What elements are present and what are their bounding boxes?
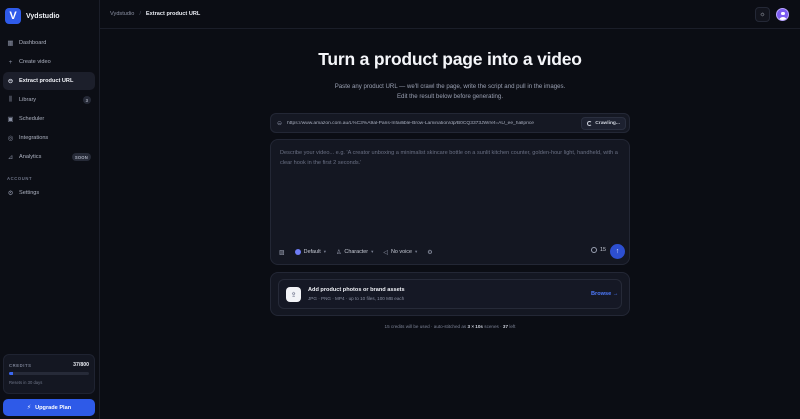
credit-cost: 15 bbox=[591, 247, 606, 253]
theme-toggle-button[interactable]: ☼ bbox=[755, 7, 770, 22]
voice-select[interactable]: ◁ No voice ▾ bbox=[383, 249, 417, 256]
brand-logo: V bbox=[5, 8, 21, 24]
sidebar-item-label: Create video bbox=[19, 59, 51, 65]
chart-icon: ⊿ bbox=[7, 154, 14, 161]
video-description-composer[interactable]: Describe your video... e.g. 'A creator u… bbox=[270, 139, 630, 265]
image-icon: ▨ bbox=[279, 249, 285, 256]
note-prefix: 15 credits will be used · auto-stitched … bbox=[384, 324, 467, 329]
credits-card: CREDITS 37/800 Resets in 30 days bbox=[3, 354, 95, 394]
product-url-value: https://www.amazon.com.au/L%C3%A9al-Pari… bbox=[287, 120, 534, 126]
subtitle-line-2: Edit the result below before generating. bbox=[396, 93, 504, 100]
sidebar-item-label: Integrations bbox=[19, 135, 49, 141]
library-icon: ⫼ bbox=[9, 96, 12, 103]
sidebar-item-integrations[interactable]: ◎ Integrations bbox=[3, 129, 95, 147]
sidebar-item-dashboard[interactable]: ▦ Dashboard bbox=[3, 34, 95, 52]
gear-icon: ⚙ bbox=[7, 190, 14, 197]
note-credits-left: 37 bbox=[502, 324, 509, 329]
credit-cost-value: 15 bbox=[600, 247, 606, 253]
assets-panel: ⇪ Add product photos or brand assets JPG… bbox=[270, 272, 630, 316]
link-icon: ⊖ bbox=[277, 120, 283, 127]
model-icon bbox=[294, 249, 301, 255]
soon-badge: SOON bbox=[71, 153, 91, 161]
spinner-icon bbox=[587, 121, 593, 126]
upgrade-plan-label: Upgrade Plan bbox=[35, 404, 72, 411]
breadcrumb-current: Extract product URL bbox=[145, 11, 201, 17]
model-label: Default bbox=[303, 249, 321, 255]
model-select[interactable]: Default ▾ bbox=[294, 249, 327, 255]
breadcrumb-separator: / bbox=[139, 11, 141, 17]
composer-toolbar: ▨ Default ▾ ♙ Character ▾ ◁ No voice ▾ ⚙ bbox=[279, 246, 443, 258]
note-scenes: 3 × 10s bbox=[467, 324, 483, 329]
brand-name: Vydstudio bbox=[26, 12, 60, 20]
breadcrumb-root[interactable]: Vydstudio bbox=[110, 11, 134, 17]
composer-settings-button[interactable]: ⚙ bbox=[427, 249, 432, 256]
credits-progress-bar bbox=[9, 372, 89, 375]
chevron-down-icon: ▾ bbox=[323, 249, 327, 254]
character-select[interactable]: ♙ Character ▾ bbox=[336, 249, 373, 256]
brand[interactable]: V Vydstudio bbox=[5, 8, 60, 24]
top-header: Vydstudio / Extract product URL ☼ bbox=[100, 0, 800, 29]
avatar-head bbox=[781, 11, 785, 15]
coin-icon bbox=[591, 247, 597, 253]
sidebar-item-label: Settings bbox=[19, 190, 40, 196]
page-subtitle: Paste any product URL — we'll crawl the … bbox=[100, 82, 800, 102]
credit-usage-note: 15 credits will be used · auto-stitched … bbox=[100, 324, 800, 329]
avatar-body bbox=[779, 17, 787, 20]
character-label: Character bbox=[344, 249, 369, 255]
breadcrumb: Vydstudio / Extract product URL bbox=[110, 11, 200, 17]
assets-title: Add product photos or brand assets bbox=[308, 287, 405, 293]
voice-label: No voice bbox=[390, 249, 412, 255]
person-icon: ♙ bbox=[336, 249, 342, 256]
crawling-label: Crawling... bbox=[595, 121, 620, 126]
sun-icon: ☼ bbox=[759, 11, 766, 18]
plus-icon: + bbox=[8, 58, 13, 66]
sidebar: V Vydstudio ▦ Dashboard + Create video ⊖… bbox=[0, 0, 100, 419]
lightning-icon: ⚡ bbox=[26, 405, 32, 411]
upload-icon: ⇪ bbox=[286, 287, 301, 302]
generate-button[interactable]: ↑ bbox=[610, 244, 625, 259]
main-content: Turn a product page into a video Paste a… bbox=[100, 30, 800, 419]
note-suffix: left bbox=[509, 324, 516, 329]
sidebar-item-extract-product-url[interactable]: ⊖ Extract product URL bbox=[3, 72, 95, 90]
subtitle-line-1: Paste any product URL — we'll crawl the … bbox=[334, 83, 566, 90]
credits-reset-text: Resets in 30 days bbox=[9, 379, 43, 385]
sidebar-item-label: Analytics bbox=[19, 154, 42, 160]
assets-file-requirements: JPG · PNG · MP4 · up to 10 files, 100 MB… bbox=[308, 296, 405, 301]
asset-dropzone[interactable]: ⇪ Add product photos or brand assets JPG… bbox=[278, 279, 622, 309]
chevron-down-icon: ▾ bbox=[371, 249, 374, 254]
sidebar-item-scheduler[interactable]: ▣ Scheduler bbox=[3, 110, 95, 128]
sidebar-item-label: Scheduler bbox=[19, 116, 45, 122]
sidebar-item-label: Library bbox=[19, 97, 37, 103]
browse-button[interactable]: Browse → bbox=[591, 291, 618, 297]
sidebar-item-label: Extract product URL bbox=[19, 78, 74, 84]
video-description-placeholder[interactable]: Describe your video... e.g. 'A creator u… bbox=[280, 149, 620, 168]
gear-icon: ⚙ bbox=[427, 249, 433, 256]
arrow-up-icon: ↑ bbox=[615, 248, 620, 255]
note-middle: scenes · bbox=[484, 324, 502, 329]
link-icon: ⊖ bbox=[7, 78, 14, 85]
library-count-badge: 3 bbox=[82, 96, 91, 104]
credits-label: CREDITS bbox=[9, 362, 32, 368]
integrations-icon: ◎ bbox=[7, 135, 14, 142]
upgrade-plan-button[interactable]: ⚡ Upgrade Plan bbox=[3, 399, 95, 416]
crawling-button[interactable]: Crawling... bbox=[581, 117, 626, 130]
sidebar-item-analytics[interactable]: ⊿ Analytics SOON bbox=[3, 148, 95, 166]
section-label-account: ACCOUNT bbox=[7, 176, 33, 181]
sidebar-item-settings[interactable]: ⚙ Settings bbox=[3, 184, 95, 202]
dashboard-icon: ▦ bbox=[7, 40, 14, 47]
sidebar-item-library[interactable]: ⫼ Library 3 bbox=[3, 91, 95, 109]
credits-progress-fill bbox=[9, 372, 13, 375]
credits-value: 37/800 bbox=[73, 362, 89, 368]
speaker-icon: ◁ bbox=[383, 249, 388, 256]
page-title: Turn a product page into a video bbox=[318, 49, 582, 69]
sidebar-item-create-video[interactable]: + Create video bbox=[3, 53, 95, 71]
image-attach-button[interactable]: ▨ bbox=[279, 249, 285, 256]
product-url-input[interactable]: ⊖ https://www.amazon.com.au/L%C3%A9al-Pa… bbox=[270, 113, 630, 133]
sidebar-nav: ▦ Dashboard + Create video ⊖ Extract pro… bbox=[0, 34, 100, 203]
chevron-down-icon: ▾ bbox=[414, 249, 418, 254]
avatar[interactable] bbox=[776, 8, 789, 21]
sidebar-item-label: Dashboard bbox=[19, 40, 47, 46]
calendar-icon: ▣ bbox=[7, 116, 14, 123]
